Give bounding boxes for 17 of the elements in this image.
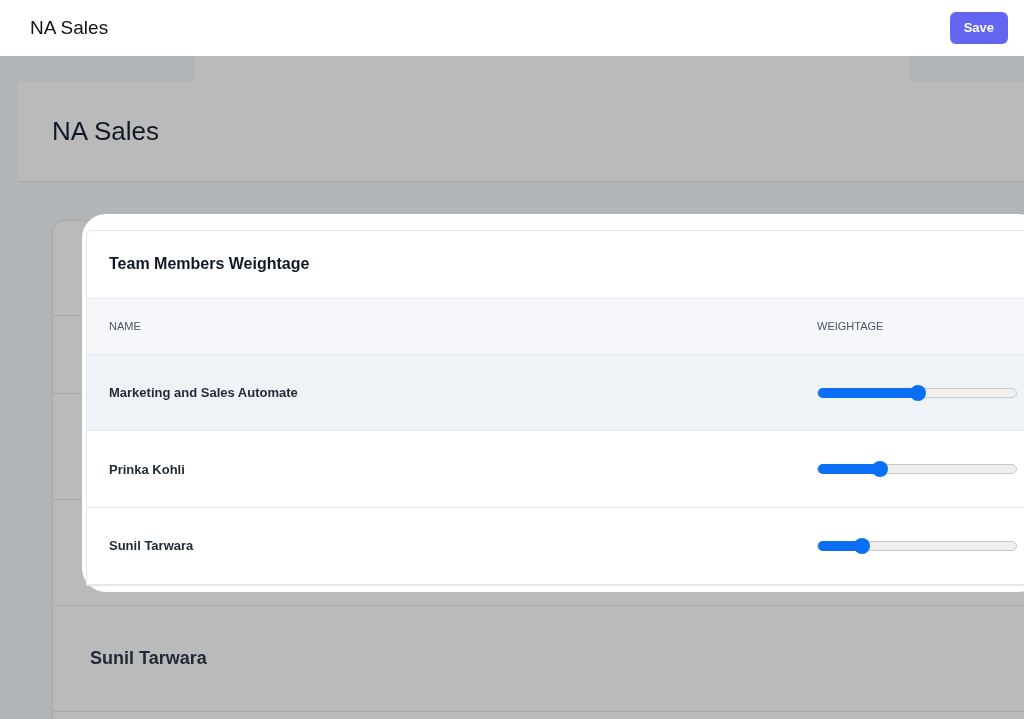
table-row[interactable]: Marketing and Sales Automate [87, 354, 1024, 432]
card-title: Team Members Weightage [109, 254, 310, 275]
column-header: WEIGHTAGE [817, 319, 884, 334]
column-header: NAME [109, 319, 142, 334]
member-name: Sunil Tarwara [109, 537, 195, 556]
slider-thumb[interactable] [854, 538, 870, 555]
background-row-name: Sunil Tarwara [90, 647, 207, 670]
save-button[interactable]: Save [949, 12, 1008, 44]
slider-thumb[interactable] [872, 461, 888, 478]
weightage-slider[interactable] [817, 387, 1017, 398]
member-name: Prinka Kohli [109, 460, 186, 479]
page-title: NA Sales [30, 15, 109, 40]
weightage-slider[interactable] [817, 464, 1017, 475]
slider-thumb[interactable] [910, 384, 926, 401]
page-heading: NA Sales [52, 115, 159, 148]
weightage-slider[interactable] [817, 541, 1017, 552]
member-name: Marketing and Sales Automate [109, 383, 299, 402]
